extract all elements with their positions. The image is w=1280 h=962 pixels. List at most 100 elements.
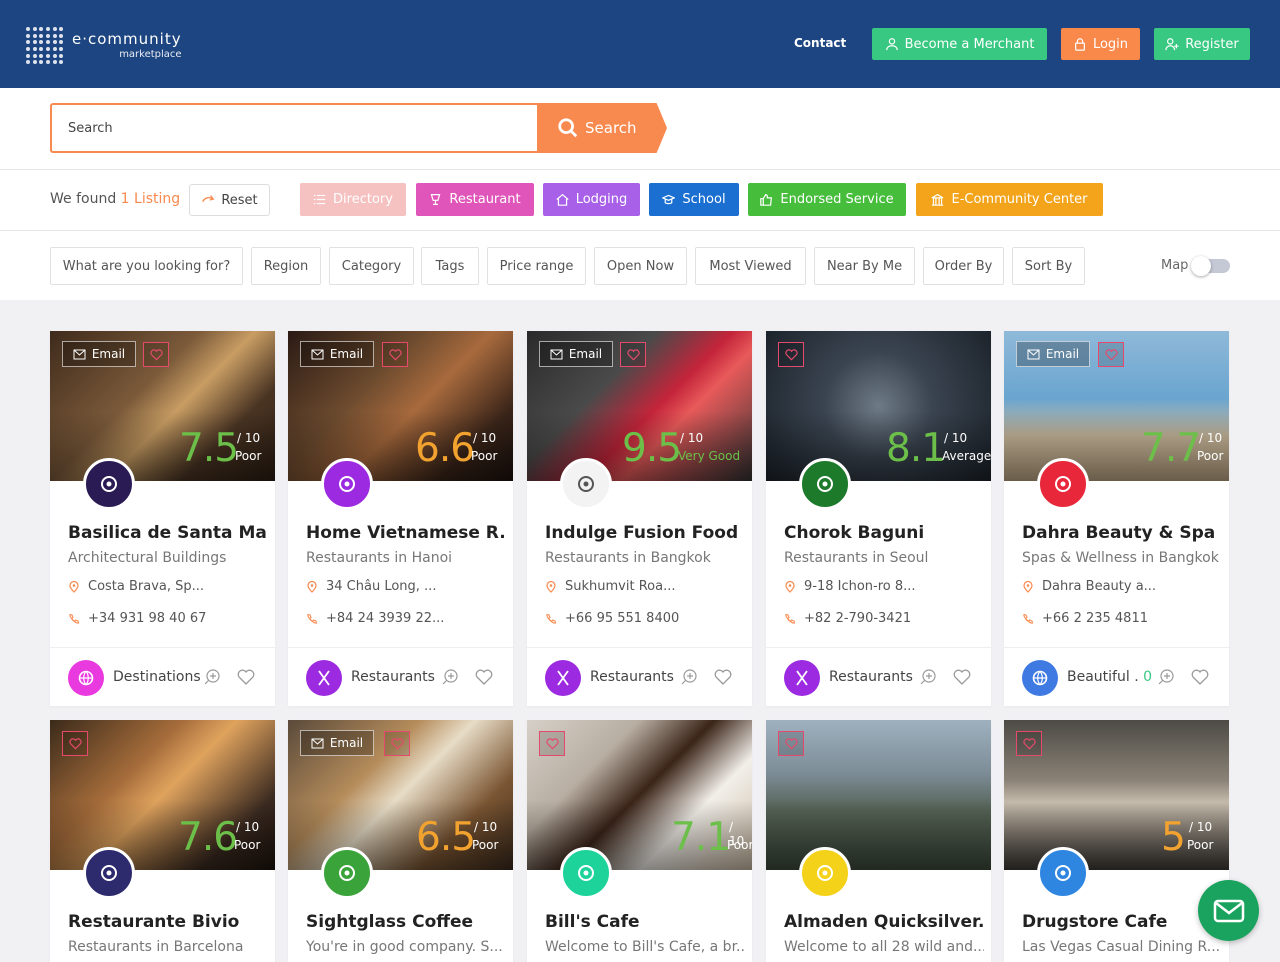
category-lodging[interactable]: Lodging [543, 183, 640, 216]
listing-photo[interactable] [766, 720, 991, 870]
filter-keyword[interactable]: What are you looking for? [50, 247, 243, 285]
quick-view-button[interactable] [681, 668, 698, 685]
rating-score: 7.5/ 10 Poor [50, 427, 275, 477]
heart-outline-icon [1191, 669, 1209, 685]
filter-region[interactable]: Region [251, 247, 321, 285]
listing-card[interactable]: 7.6/ 10 Poor Restaurante Bivio Restaurants … [50, 720, 275, 962]
category-name[interactable]: Beautiful . 0 [1067, 669, 1152, 685]
listing-title[interactable]: Bill's Cafe [545, 912, 745, 932]
listing-photo[interactable]: 5/ 10 Poor [1004, 720, 1229, 870]
filter-price-range[interactable]: Price range [487, 247, 586, 285]
favorite-toggle[interactable] [1016, 731, 1042, 756]
category-name[interactable]: Restaurants [351, 669, 435, 685]
register-button[interactable]: Register [1154, 28, 1250, 60]
quick-view-button[interactable] [204, 668, 221, 685]
category-badge[interactable] [1022, 660, 1058, 696]
search-button[interactable]: Search [537, 103, 667, 153]
listing-title[interactable]: Restaurante Bivio [68, 912, 268, 932]
listing-phone[interactable]: +66 95 551 8400 [545, 611, 679, 626]
category-endorsed-service[interactable]: Endorsed Service [748, 183, 906, 216]
listing-title[interactable]: Sightglass Coffee [306, 912, 506, 932]
listing-card[interactable]: Email 6.5/ 10 Poor Sightglass Coffee You're … [288, 720, 513, 962]
email-button[interactable]: Email [300, 341, 374, 367]
listing-card[interactable]: 8.1/ 10 Average Chorok Baguni Restaurants i… [766, 331, 991, 706]
filter-open-now[interactable]: Open Now [594, 247, 687, 285]
map-toggle[interactable] [1191, 256, 1230, 276]
search-input[interactable]: Search [50, 103, 538, 153]
listing-phone[interactable]: +82 2-790-3421 [784, 611, 911, 626]
category-badge[interactable] [306, 660, 342, 696]
listing-card[interactable]: Email 7.7/ 10 Poor Dahra Beauty & Spa Spas &… [1004, 331, 1229, 706]
listing-card[interactable]: 7.1/ 10 Poor Bill's Cafe Welcome to Bill's … [527, 720, 752, 962]
quick-view-button[interactable] [920, 668, 937, 685]
listing-photo[interactable]: Email 6.5/ 10 Poor [288, 720, 513, 870]
listing-title[interactable]: Chorok Baguni [784, 523, 984, 543]
category-ecommunity-center[interactable]: E-Community Center [916, 183, 1103, 216]
listing-address: Dahra Beauty a... [1022, 579, 1156, 594]
email-button[interactable]: Email [62, 341, 136, 367]
filter-sort-by[interactable]: Sort By [1012, 247, 1085, 285]
favorite-toggle[interactable] [539, 731, 565, 756]
favorite-toggle[interactable] [143, 342, 169, 367]
bookmark-button[interactable] [475, 669, 493, 685]
listing-card[interactable]: Email 7.5/ 10 Poor Basilica de Santa Ma... A… [50, 331, 275, 706]
quick-view-button[interactable] [442, 668, 459, 685]
category-name[interactable]: Restaurants [829, 669, 913, 685]
listing-title[interactable]: Basilica de Santa Ma... [68, 523, 268, 543]
category-badge[interactable] [68, 660, 104, 696]
bookmark-button[interactable] [953, 669, 971, 685]
listing-photo[interactable]: Email 9.5/ 10 Very Good [527, 331, 752, 481]
category-name[interactable]: Destinations [113, 669, 201, 685]
category-school[interactable]: School [649, 183, 739, 216]
category-restaurant[interactable]: Restaurant [416, 183, 534, 216]
bookmark-button[interactable] [237, 669, 255, 685]
favorite-toggle[interactable] [778, 731, 804, 756]
listing-card[interactable]: Email 6.6/ 10 Poor Home Vietnamese R... Rest… [288, 331, 513, 706]
listing-title[interactable]: Home Vietnamese R... [306, 523, 506, 543]
listing-photo[interactable]: Email 7.5/ 10 Poor [50, 331, 275, 481]
filter-category[interactable]: Category [329, 247, 414, 285]
filter-order-by[interactable]: Order By [923, 247, 1004, 285]
filter-near-by-me[interactable]: Near By Me [814, 247, 915, 285]
reset-button[interactable]: Reset [189, 184, 270, 216]
contact-link[interactable]: Contact [794, 36, 846, 50]
listing-phone[interactable]: +84 24 3939 22... [306, 611, 444, 626]
email-button[interactable]: Email [539, 341, 613, 367]
listing-title[interactable]: Almaden Quicksilver... [784, 912, 984, 932]
filter-tags[interactable]: Tags [421, 247, 479, 285]
category-badge[interactable] [784, 660, 820, 696]
login-button[interactable]: Login [1061, 28, 1140, 60]
listing-photo[interactable]: 7.6/ 10 Poor [50, 720, 275, 870]
listing-title[interactable]: Drugstore Cafe [1022, 912, 1222, 932]
listing-photo[interactable]: Email 6.6/ 10 Poor [288, 331, 513, 481]
category-name[interactable]: Restaurants [590, 669, 674, 685]
category-badge[interactable] [545, 660, 581, 696]
chat-button[interactable] [1198, 880, 1259, 941]
email-button[interactable]: Email [300, 730, 374, 756]
email-button[interactable]: Email [1016, 341, 1090, 367]
favorite-toggle[interactable] [778, 342, 804, 367]
favorite-toggle[interactable] [384, 731, 410, 756]
listing-phone[interactable]: +34 931 98 40 67 [68, 611, 206, 626]
filter-most-viewed[interactable]: Most Viewed [695, 247, 806, 285]
category-directory[interactable]: Directory [300, 183, 406, 216]
listing-card[interactable]: 5/ 10 Poor Drugstore Cafe Las Vegas Casual … [1004, 720, 1229, 962]
listing-photo[interactable]: 7.1/ 10 Poor [527, 720, 752, 870]
listing-phone[interactable]: +66 2 235 4811 [1022, 611, 1148, 626]
become-merchant-button[interactable]: Become a Merchant [872, 28, 1047, 60]
favorite-toggle[interactable] [620, 342, 646, 367]
favorite-toggle[interactable] [382, 342, 408, 367]
favorite-toggle[interactable] [62, 731, 88, 756]
search-icon [558, 118, 578, 138]
bookmark-button[interactable] [714, 669, 732, 685]
quick-view-button[interactable] [1158, 668, 1175, 685]
favorite-toggle[interactable] [1098, 342, 1124, 367]
listing-card[interactable]: Almaden Quicksilver... Welcome to all 28 … [766, 720, 991, 962]
listing-card[interactable]: Email 9.5/ 10 Very Good Indulge Fusion Food… [527, 331, 752, 706]
bookmark-button[interactable] [1191, 669, 1209, 685]
listing-photo[interactable]: Email 7.7/ 10 Poor [1004, 331, 1229, 481]
listing-title[interactable]: Dahra Beauty & Spa [1022, 523, 1222, 543]
site-logo[interactable]: e·community marketplace [26, 27, 182, 65]
listing-title[interactable]: Indulge Fusion Food ... [545, 523, 745, 543]
listing-photo[interactable]: 8.1/ 10 Average [766, 331, 991, 481]
